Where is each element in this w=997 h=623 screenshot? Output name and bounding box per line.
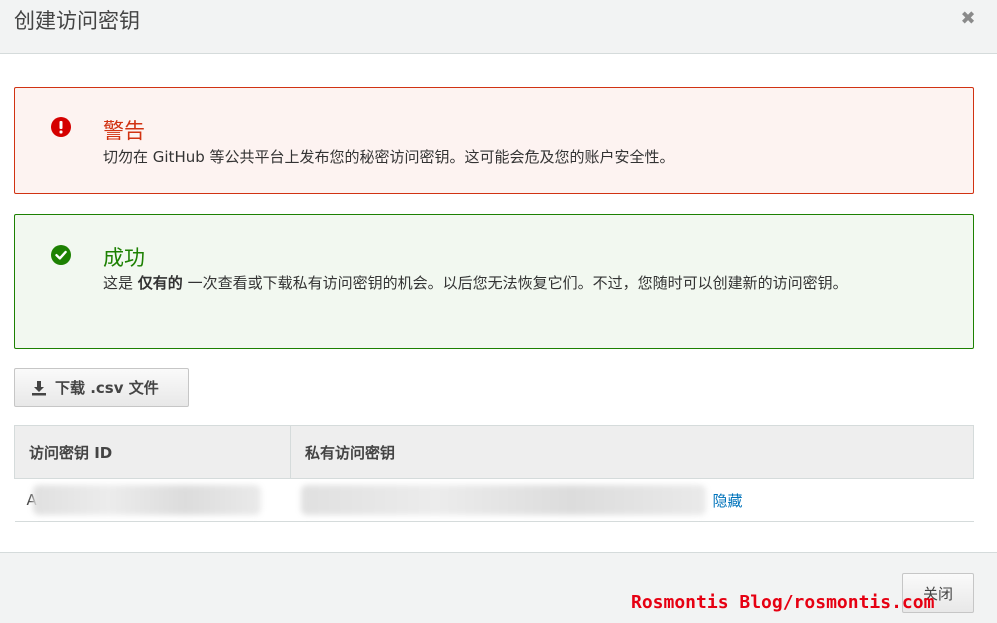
check-circle-icon xyxy=(51,245,71,265)
access-key-id-cell: A xyxy=(14,478,291,522)
warning-heading: 警告 xyxy=(103,119,145,143)
success-heading: 成功 xyxy=(103,246,145,270)
exclamation-circle-icon xyxy=(51,117,71,137)
redacted-access-key xyxy=(32,485,261,515)
warning-message: 切勿在 GitHub 等公共平台上发布您的秘密访问密钥。这可能会危及您的账户安全… xyxy=(103,148,675,166)
download-icon xyxy=(32,380,46,395)
table-row: A 隐藏 xyxy=(14,478,974,522)
close-icon[interactable]: ✖ xyxy=(958,8,978,30)
watermark-text: Rosmontis Blog/rosmontis.com xyxy=(631,592,935,613)
access-keys-table: 访问密钥 ID 私有访问密钥 A 隐藏 xyxy=(14,425,974,522)
success-alert: 成功 这是 仅有的 一次查看或下载私有访问密钥的机会。以后您无法恢复它们。不过，… xyxy=(14,214,974,349)
header-access-key-id: 访问密钥 ID xyxy=(14,425,291,479)
dialog-header: 创建访问密钥 ✖ xyxy=(0,0,997,54)
download-csv-label: 下载 .csv 文件 xyxy=(55,379,159,397)
success-message-end: 一次查看或下载私有访问密钥的机会。以后您无法恢复它们。不过，您随时可以创建新的访… xyxy=(182,274,848,292)
success-message: 这是 仅有的 一次查看或下载私有访问密钥的机会。以后您无法恢复它们。不过，您随时… xyxy=(103,270,953,297)
redacted-secret-key xyxy=(300,485,706,515)
header-secret-access-key: 私有访问密钥 xyxy=(290,425,974,479)
download-csv-button[interactable]: 下载 .csv 文件 xyxy=(14,368,189,407)
dialog-title: 创建访问密钥 xyxy=(14,9,140,33)
hide-secret-link[interactable]: 隐藏 xyxy=(713,490,743,511)
secret-access-key-cell: 隐藏 xyxy=(290,478,974,522)
success-message-emphasis: 仅有的 xyxy=(137,274,183,292)
warning-alert: 警告 切勿在 GitHub 等公共平台上发布您的秘密访问密钥。这可能会危及您的账… xyxy=(14,87,974,194)
success-message-start: 这是 xyxy=(103,274,138,292)
